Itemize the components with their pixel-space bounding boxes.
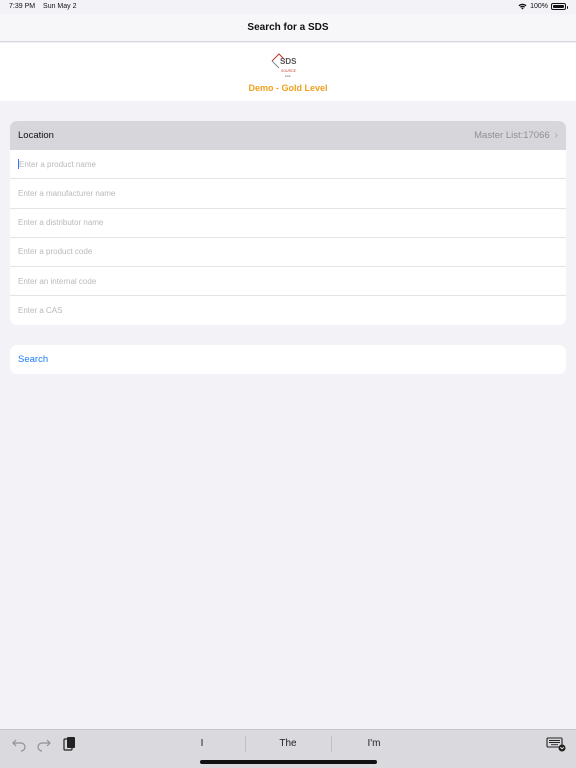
search-form: Location Master List:17066 › [10,121,566,325]
navigation-bar: Search for a SDS [0,14,576,42]
prediction-1[interactable]: I [162,738,242,749]
status-bar: 7:39 PM Sun May 2 100% [0,0,576,14]
status-time: 7:39 PM [9,3,36,10]
cas-input[interactable] [18,306,558,316]
status-left: 7:39 PM Sun May 2 [9,3,83,10]
internal-code-input[interactable] [18,276,558,286]
product-code-input[interactable] [18,247,558,257]
logo-sub2: Link [285,74,291,78]
product-name-input[interactable] [19,159,558,169]
account-level-label: Demo - Gold Level [248,83,328,93]
wifi-icon [518,3,527,10]
location-value-group: Master List:17066 › [474,130,558,141]
prediction-divider [331,736,332,752]
distributor-name-input[interactable] [18,218,558,228]
paste-icon[interactable] [61,736,77,752]
location-value: Master List:17066 [474,130,550,142]
manufacturer-name-input[interactable] [18,188,558,198]
search-button-label: Search [18,354,49,365]
logo-sub: SOURCE [281,69,297,73]
product-code-row [10,238,566,267]
sds-source-logo: SDS SOURCE Link [271,53,297,78]
battery-icon [551,3,568,10]
brand-header: SDS SOURCE Link Demo - Gold Level [0,43,576,101]
undo-icon[interactable] [11,736,27,752]
status-date: Sun May 2 [43,3,77,10]
redo-icon[interactable] [36,736,52,752]
page-title: Search for a SDS [247,22,329,33]
location-label: Location [18,130,54,142]
product-name-row [10,150,566,180]
manufacturer-row [10,179,566,209]
battery-percent: 100% [530,3,548,10]
cas-row [10,296,566,325]
distributor-row [10,209,566,238]
prediction-divider [245,736,246,752]
status-right: 100% [518,3,568,10]
search-button[interactable]: Search [10,345,566,374]
location-selector[interactable]: Location Master List:17066 › [10,121,566,151]
prediction-2[interactable]: The [248,738,328,749]
keyboard-dismiss-icon[interactable] [546,736,566,752]
prediction-3[interactable]: I'm [334,738,414,749]
logo-text: SDS [280,57,297,66]
keyboard-shortcut-bar: I The I'm [0,729,576,768]
internal-code-row [10,267,566,297]
keyboard-actions [11,736,77,752]
chevron-right-icon: › [554,130,558,142]
home-indicator [200,760,377,764]
